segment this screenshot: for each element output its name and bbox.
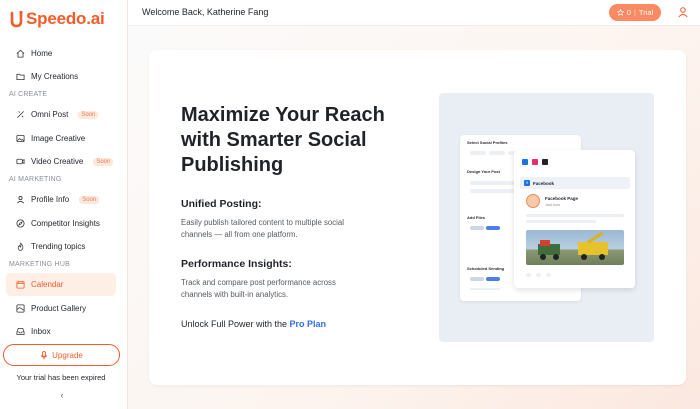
sidebar-item-inbox[interactable]: Inbox: [6, 320, 116, 343]
sidebar-item-label: Profile Info: [31, 195, 70, 204]
unlock-prefix: Unlock Full Power with the: [181, 319, 290, 329]
inbox-icon: [16, 327, 25, 336]
mock-bar: [526, 273, 531, 277]
select-profiles-label: Select Social Profiles: [467, 140, 508, 145]
user-icon[interactable]: [677, 6, 689, 18]
main-content: Welcome Back, Katherine Fang 0 | Trial M…: [128, 0, 700, 409]
app-name: Speedo.ai: [26, 9, 105, 28]
instagram-square-icon: [532, 159, 538, 165]
trial-separator: |: [633, 8, 636, 17]
toy-trucks-image: [538, 232, 608, 260]
sidebar-item-label: Image Creative: [31, 134, 86, 143]
microphone-icon: [40, 350, 48, 359]
sidebar-item-video-creative[interactable]: Video Creative Soon: [6, 150, 116, 173]
sidebar-item-label: Trending topics: [31, 242, 86, 251]
star-icon: [616, 9, 624, 16]
welcome-text: Welcome Back, Katherine Fang: [142, 7, 269, 17]
image-icon: [16, 134, 25, 143]
mock-bar: [526, 214, 624, 217]
hero-headline: Maximize Your Reach with Smarter Social …: [181, 104, 385, 176]
section-marketing-hub: MARKETING HUB: [9, 261, 70, 268]
sidebar-item-image-creative[interactable]: Image Creative: [6, 127, 116, 150]
profile-icon: [17, 196, 24, 204]
mock-bar: [536, 273, 541, 277]
product-preview-illustration: Select Social Profiles Design Your Post …: [439, 93, 654, 342]
soon-badge: Soon: [79, 195, 100, 204]
trial-label: Trial: [638, 8, 654, 17]
upgrade-label: Upgrade: [52, 350, 83, 360]
mock-bar: [546, 273, 551, 277]
sidebar-item-my-creations[interactable]: My Creations: [6, 65, 116, 88]
calendar-icon: [16, 280, 25, 289]
sidebar-item-label: Calendar: [31, 280, 64, 289]
sidebar-item-label: My Creations: [31, 72, 79, 81]
sidebar-item-profile-info[interactable]: Profile Info Soon: [6, 188, 116, 211]
compass-icon: [16, 219, 25, 228]
logo[interactable]: Speedo.ai: [10, 8, 105, 30]
pro-plan-link[interactable]: Pro Plan: [290, 319, 327, 329]
trial-button[interactable]: 0 | Trial: [609, 4, 661, 21]
facebook-label: Facebook: [533, 180, 555, 186]
top-bar: Welcome Back, Katherine Fang 0 | Trial: [128, 0, 700, 26]
design-post-label: Design Your Post: [467, 169, 500, 174]
x-square-icon: [542, 159, 548, 165]
mock-bar: [470, 151, 486, 155]
scheduled-sending-label: Scheduled Sending: [467, 266, 505, 271]
home-icon: [16, 49, 25, 58]
folder-icon: [16, 73, 25, 81]
sidebar-item-label: Omni Post: [31, 110, 69, 119]
facebook-header: f Facebook: [520, 177, 630, 189]
mock-bar: [526, 220, 596, 223]
mock-bar: [470, 226, 484, 230]
upgrade-button[interactable]: Upgrade: [3, 344, 120, 366]
trial-status-text: Your trial has been expired: [16, 373, 106, 382]
fb-page-name: Facebook Page: [545, 196, 579, 201]
mock-bar: [470, 288, 500, 290]
feature-title-unified-posting: Unified Posting:: [181, 198, 262, 210]
sidebar-item-calendar[interactable]: Calendar: [6, 273, 116, 296]
feature-text-unified-posting: Easily publish tailored content to multi…: [181, 218, 344, 239]
post-photo: [526, 230, 624, 265]
flame-icon: [17, 242, 24, 251]
unlock-text: Unlock Full Power with the Pro Plan: [181, 319, 326, 329]
app-root: Speedo.ai Home My Creations AI CREATE Om…: [0, 0, 700, 409]
facebook-icon: f: [524, 180, 530, 186]
sidebar-item-product-gallery[interactable]: Product Gallery: [6, 297, 116, 320]
sidebar-item-omni-post[interactable]: Omni Post Soon: [6, 103, 116, 126]
promo-card: Maximize Your Reach with Smarter Social …: [149, 50, 686, 385]
video-icon: [16, 158, 25, 165]
sidebar-item-home[interactable]: Home: [6, 42, 116, 65]
feature-text-performance-insights: Track and compare post performance acros…: [181, 278, 336, 299]
sidebar-item-label: Competitor Insights: [31, 219, 100, 228]
sidebar-item-label: Product Gallery: [31, 304, 87, 313]
soon-badge: Soon: [78, 110, 99, 119]
sidebar-item-label: Inbox: [31, 327, 51, 336]
mock-bar: [486, 226, 500, 230]
section-ai-create: AI CREATE: [9, 91, 48, 98]
feature-title-performance-insights: Performance Insights:: [181, 258, 292, 270]
omni-icon: [17, 111, 24, 118]
add-files-label: Add Files: [467, 215, 486, 220]
mock-bar: [489, 151, 505, 155]
gallery-icon: [16, 304, 25, 313]
mock-bar: [486, 277, 500, 281]
sidebar-item-label: Home: [31, 49, 53, 58]
sidebar: Speedo.ai Home My Creations AI CREATE Om…: [0, 0, 128, 409]
sidebar-item-competitor-insights[interactable]: Competitor Insights: [6, 212, 116, 235]
sidebar-item-label: Video Creative: [31, 157, 84, 166]
fb-post-time: Just now: [545, 203, 560, 207]
collapse-sidebar-icon[interactable]: ‹: [56, 390, 68, 402]
section-ai-marketing: AI MARKETING: [9, 176, 62, 183]
soon-badge: Soon: [93, 157, 114, 166]
facebook-preview-mock: f Facebook Facebook Page Just now: [514, 150, 635, 288]
facebook-square-icon: [522, 159, 528, 165]
avatar: [526, 194, 540, 208]
logo-mark-icon: [10, 10, 23, 28]
mock-bar: [470, 277, 484, 281]
trial-count: 0: [626, 8, 631, 17]
sidebar-item-trending-topics[interactable]: Trending topics: [6, 235, 116, 258]
